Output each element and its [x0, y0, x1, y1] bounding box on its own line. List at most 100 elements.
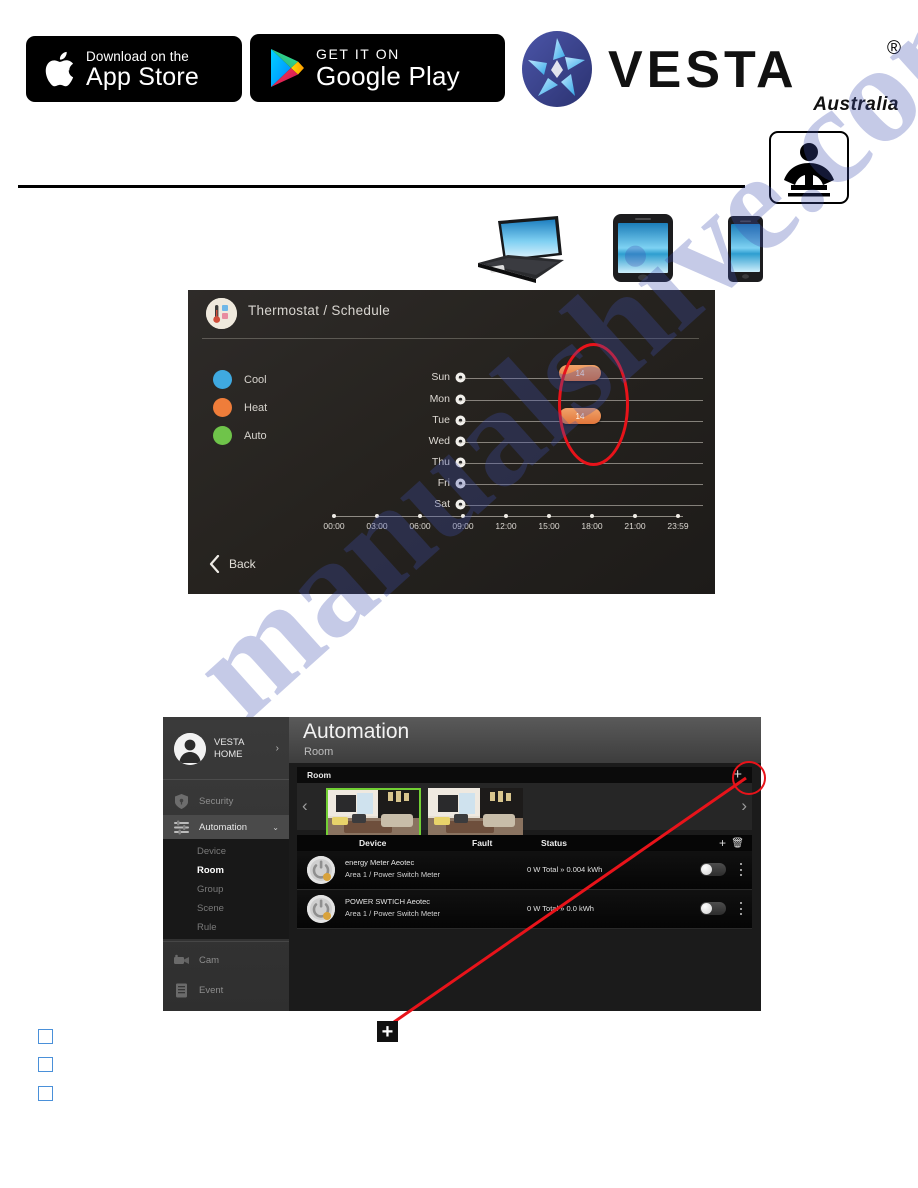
- sidebar-label-security: Security: [199, 795, 234, 807]
- sidebar-item-cam[interactable]: Cam: [163, 948, 289, 972]
- header-divider: [18, 185, 745, 188]
- sidebar-item-scene[interactable]: Scene: [163, 898, 289, 918]
- sidebar-item-device[interactable]: Device: [163, 841, 289, 861]
- thermostat-icon: [206, 298, 237, 329]
- axis-tick-label: 21:00: [624, 521, 646, 531]
- day-label-tue: Tue: [432, 414, 450, 426]
- device-delete-button[interactable]: 🗑: [731, 837, 744, 851]
- profile-name: VESTA HOME: [214, 737, 244, 761]
- sidebar-item-event[interactable]: Event: [163, 978, 289, 1002]
- thermostat-header: Thermostat / Schedule: [188, 290, 715, 337]
- room-next-arrow[interactable]: ›: [741, 797, 747, 814]
- device-area: Area 1 / Power Switch Meter: [345, 870, 441, 879]
- legend-dot-auto: [213, 426, 232, 445]
- laptop-illustration: [474, 215, 566, 285]
- axis-tick: [461, 514, 465, 518]
- column-header-status: Status: [541, 838, 567, 848]
- camera-icon: [173, 952, 190, 969]
- axis-tick: [504, 514, 508, 518]
- table-row[interactable]: energy Meter Aeotec Area 1 / Power Switc…: [297, 851, 752, 890]
- app-store-big-label: App Store: [86, 62, 199, 91]
- google-play-icon: [268, 47, 306, 89]
- schedule-row-sat[interactable]: Sat: [434, 498, 703, 510]
- profile-name-line2: HOME: [214, 749, 243, 760]
- legend-item-heat: Heat: [213, 398, 267, 417]
- sidebar-item-room[interactable]: Room: [163, 860, 289, 880]
- checkbox-2[interactable]: [38, 1057, 53, 1072]
- checkbox-1[interactable]: [38, 1029, 53, 1044]
- device-status: 0 W Total » 0.004 kWh: [527, 865, 603, 874]
- sidebar-item-group[interactable]: Group: [163, 879, 289, 899]
- room-prev-arrow[interactable]: ‹: [302, 797, 308, 814]
- thermostat-schedule-screenshot: Thermostat / Schedule Cool Heat Auto Sun…: [188, 290, 715, 594]
- device-toggle[interactable]: [700, 863, 726, 876]
- device-overflow-menu-icon[interactable]: [739, 902, 742, 915]
- sidebar-label-scene: Scene: [197, 902, 224, 914]
- device-overflow-menu-icon[interactable]: [739, 863, 742, 876]
- axis-tick-label: 18:00: [581, 521, 603, 531]
- table-row[interactable]: POWER SWTICH Aeotec Area 1 / Power Switc…: [297, 890, 752, 929]
- sliders-icon: [173, 819, 190, 836]
- sidebar-label-automation: Automation: [199, 821, 248, 833]
- google-play-big-label: Google Play: [316, 61, 460, 91]
- page-subtitle: Room: [304, 746, 334, 758]
- axis-tick-label: 12:00: [495, 521, 517, 531]
- column-header-device: Device: [359, 838, 387, 848]
- axis-tick: [633, 514, 637, 518]
- legend-item-auto: Auto: [213, 426, 267, 445]
- app-store-badge[interactable]: Download on the App Store: [26, 36, 242, 102]
- shield-icon: [173, 793, 190, 810]
- sidebar-label-group: Group: [197, 883, 224, 895]
- room-panel-title: Room: [307, 770, 332, 780]
- sidebar-label-rule: Rule: [197, 921, 217, 933]
- device-area: Area 1 / Power Switch Meter: [345, 909, 441, 918]
- axis-tick: [547, 514, 551, 518]
- vesta-logo: VESTA ® Australia: [513, 22, 903, 115]
- axis-tick: [418, 514, 422, 518]
- automation-screenshot: VESTA HOME › Security Automation ⌄ Devic…: [163, 717, 761, 1011]
- back-button[interactable]: Back: [208, 554, 256, 574]
- sidebar-item-automation[interactable]: Automation ⌄: [163, 815, 289, 839]
- sidebar: VESTA HOME › Security Automation ⌄ Devic…: [163, 717, 289, 1011]
- column-header-fault: Fault: [472, 838, 493, 848]
- annotation-plus-callout: +: [377, 1021, 398, 1042]
- list-icon: [173, 982, 190, 999]
- annotation-ellipse-setpoints: [558, 343, 629, 466]
- device-add-button[interactable]: +: [719, 836, 726, 850]
- apple-icon: [42, 47, 80, 91]
- sidebar-label-cam: Cam: [199, 954, 220, 966]
- thermostat-title: Thermostat / Schedule: [248, 303, 391, 318]
- sidebar-label-device: Device: [197, 845, 227, 857]
- room-thumbnail: [428, 788, 523, 838]
- axis-tick: [332, 514, 336, 518]
- device-toggle[interactable]: [700, 902, 726, 915]
- chevron-down-icon[interactable]: ⌄: [272, 823, 279, 832]
- power-icon: [307, 895, 335, 923]
- page-title: Automation: [303, 720, 410, 743]
- sidebar-item-rule[interactable]: Rule: [163, 917, 289, 937]
- device-status: 0 W Total » 0.0 kWh: [527, 904, 594, 913]
- schedule-row-fri[interactable]: Fri: [438, 477, 703, 489]
- schedule-row-thu[interactable]: Thu: [432, 456, 703, 468]
- phone-illustration: [727, 215, 764, 283]
- page-header: Automation Room: [289, 717, 761, 763]
- room-thumbnail: [326, 788, 421, 838]
- device-name: POWER SWTICH Aeotec: [345, 897, 431, 906]
- legend-dot-cool: [213, 370, 232, 389]
- profile-name-line1: VESTA: [214, 737, 245, 749]
- legend-label-auto: Auto: [244, 429, 267, 442]
- day-label-sun: Sun: [431, 371, 450, 383]
- axis-tick-label: 06:00: [409, 521, 431, 531]
- axis-tick-label: 15:00: [538, 521, 560, 531]
- google-play-badge[interactable]: GET IT ON Google Play: [250, 34, 505, 102]
- axis-tick-label: 03:00: [366, 521, 388, 531]
- registered-mark: ®: [887, 38, 901, 59]
- checkbox-3[interactable]: [38, 1086, 53, 1101]
- axis-tick: [590, 514, 594, 518]
- device-panel: Device Fault Status + 🗑 energy Meter Aeo…: [297, 835, 752, 929]
- axis-tick-label: 23:59: [667, 521, 689, 531]
- sidebar-item-security[interactable]: Security: [163, 789, 289, 813]
- schedule-line-thu: [458, 463, 703, 464]
- profile-button[interactable]: VESTA HOME ›: [163, 725, 289, 773]
- schedule-line-fri: [458, 484, 703, 485]
